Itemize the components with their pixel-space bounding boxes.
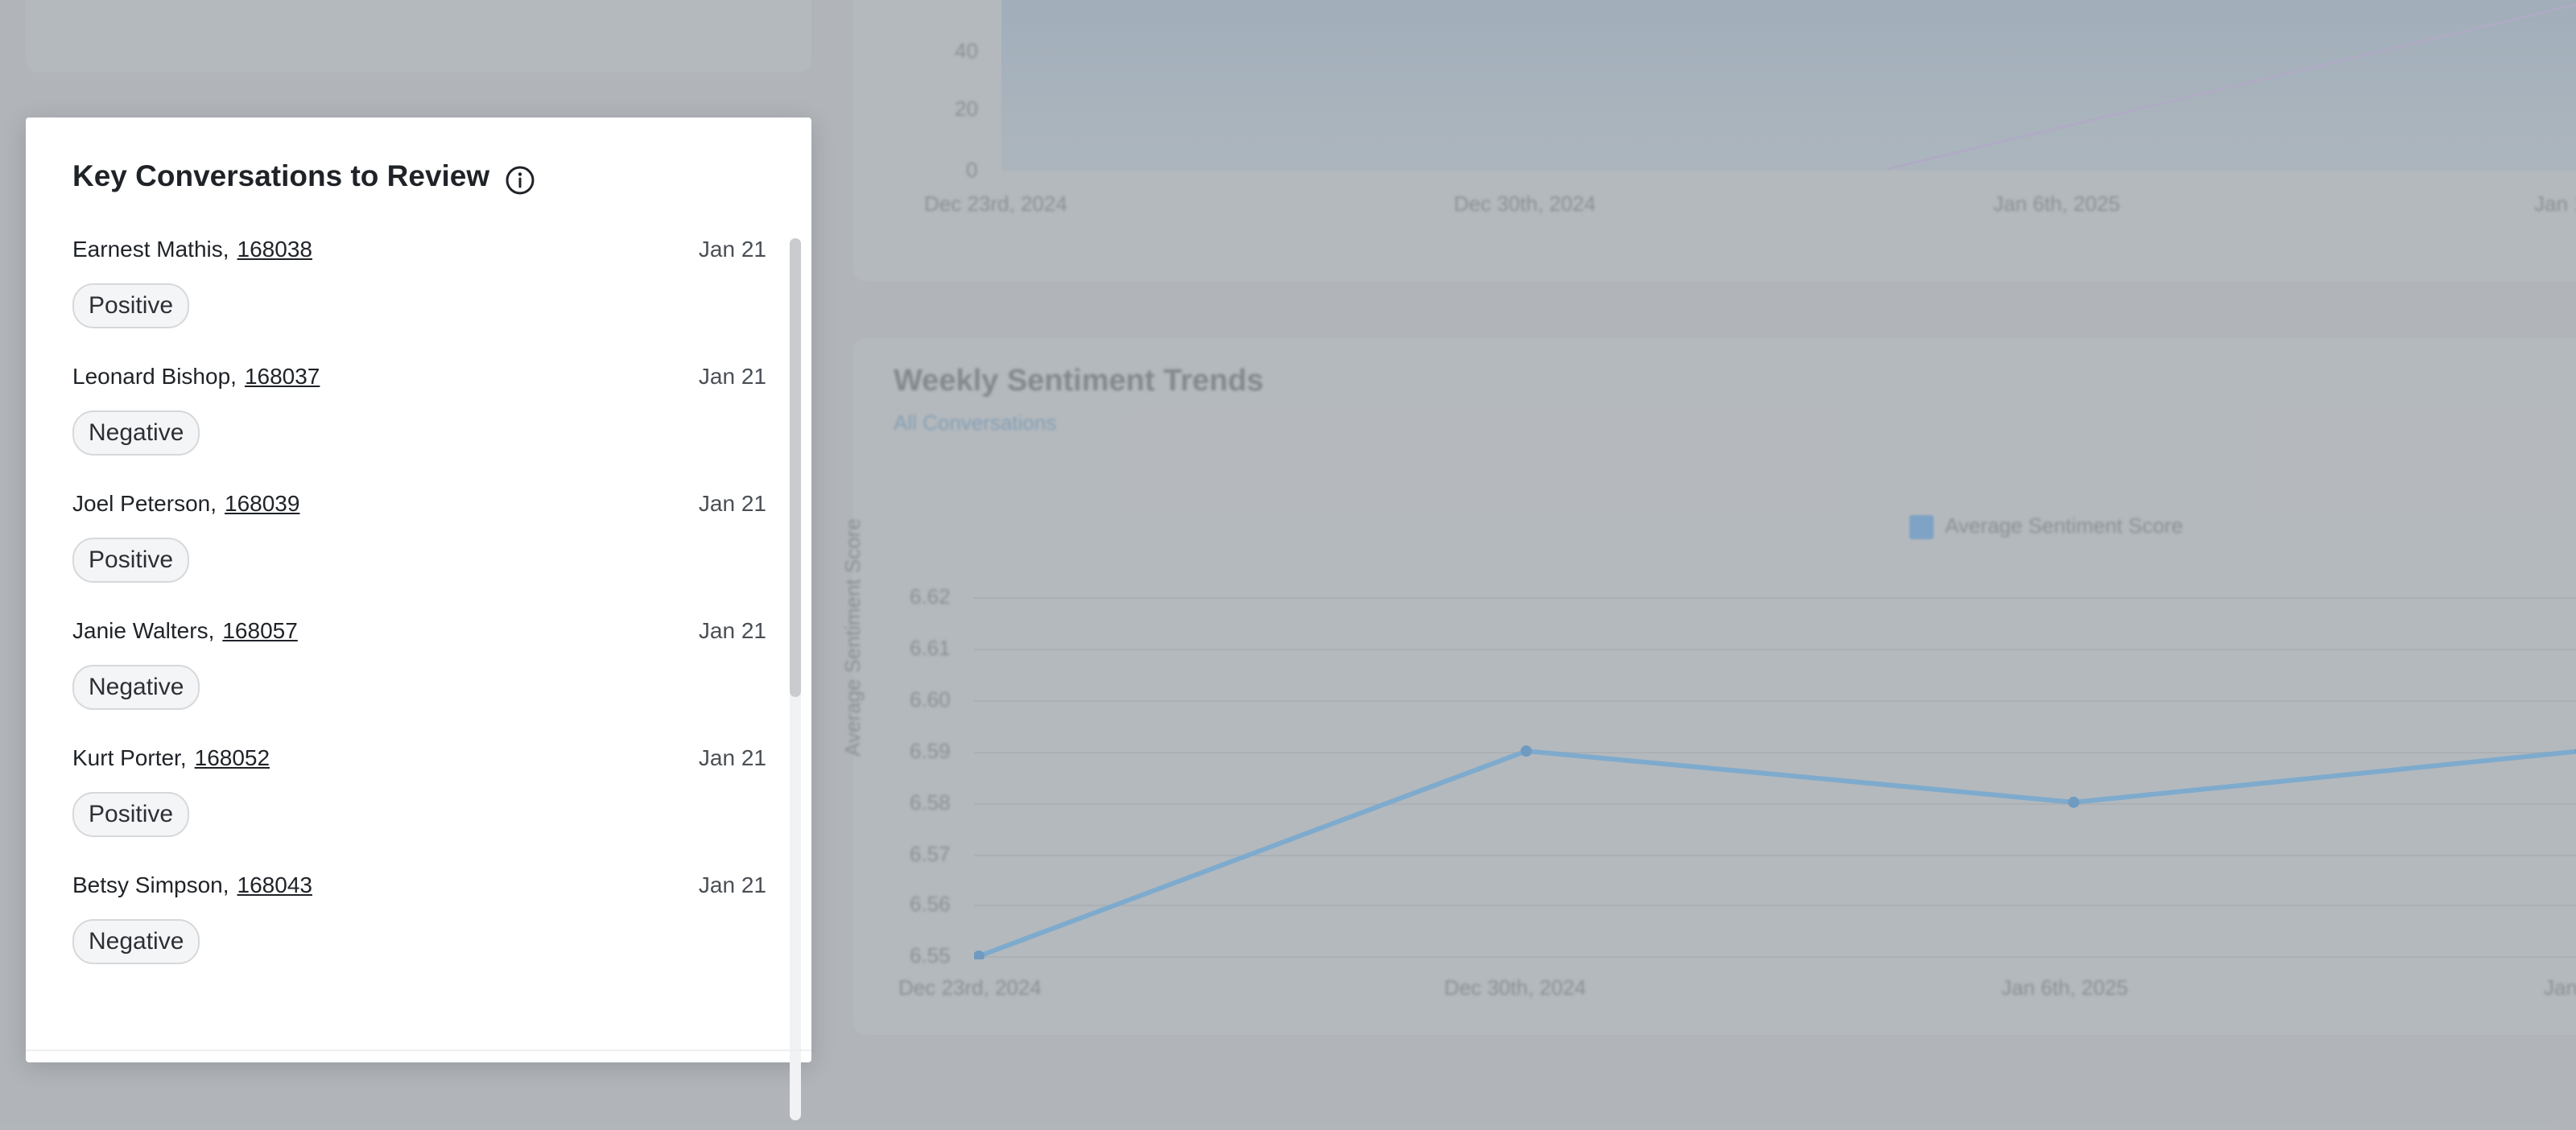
conversation-date: Jan 21 bbox=[698, 364, 766, 389]
conversation-row[interactable]: Joel Peterson, 168039 Jan 21 Positive bbox=[72, 491, 766, 618]
conversation-id-link[interactable]: 168038 bbox=[237, 237, 312, 262]
modal-footer-divider bbox=[26, 1050, 811, 1051]
sentiment-badge: Positive bbox=[72, 792, 190, 837]
sentiment-badge: Negative bbox=[72, 919, 200, 964]
sentiment-badge: Positive bbox=[72, 283, 190, 328]
customer-name-text: Kurt Porter, bbox=[72, 745, 187, 770]
key-conversations-modal: Key Conversations to Review Earnest Math… bbox=[26, 118, 811, 1120]
customer-name-text: Leonard Bishop, bbox=[72, 364, 237, 389]
conversation-id-link[interactable]: 168057 bbox=[222, 618, 297, 643]
customer-name: Earnest Mathis, 168038 bbox=[72, 237, 312, 262]
conversation-id-link[interactable]: 168052 bbox=[195, 745, 270, 770]
conversation-date: Jan 21 bbox=[698, 872, 766, 897]
conversation-date: Jan 21 bbox=[698, 745, 766, 770]
conversation-id-link[interactable]: 168037 bbox=[245, 364, 320, 389]
customer-name: Janie Walters, 168057 bbox=[72, 618, 298, 644]
customer-name: Leonard Bishop, 168037 bbox=[72, 364, 320, 390]
scrollbar-track[interactable] bbox=[790, 238, 801, 1120]
customer-name-text: Joel Peterson, bbox=[72, 491, 217, 516]
conversation-id-link[interactable]: 168043 bbox=[237, 872, 312, 897]
conversation-row[interactable]: Earnest Mathis, 168038 Jan 21 Positive bbox=[72, 237, 766, 364]
modal-title: Key Conversations to Review bbox=[72, 159, 490, 192]
scrollbar-thumb[interactable] bbox=[790, 238, 801, 697]
info-icon[interactable] bbox=[504, 164, 536, 196]
conversation-row[interactable]: Leonard Bishop, 168037 Jan 21 Negative bbox=[72, 364, 766, 491]
customer-name: Betsy Simpson, 168043 bbox=[72, 872, 312, 898]
customer-name-text: Janie Walters, bbox=[72, 618, 215, 643]
conversation-list[interactable]: Earnest Mathis, 168038 Jan 21 Positive Leona… bbox=[72, 237, 766, 1122]
conversation-row[interactable]: Betsy Simpson, 168043 Jan 21 Negative bbox=[72, 872, 766, 1000]
sentiment-badge: Negative bbox=[72, 410, 200, 456]
conversation-date: Jan 21 bbox=[698, 491, 766, 516]
conversation-date: Jan 21 bbox=[698, 237, 766, 262]
customer-name-text: Betsy Simpson, bbox=[72, 872, 229, 897]
sentiment-badge: Negative bbox=[72, 665, 200, 710]
customer-name: Joel Peterson, 168039 bbox=[72, 491, 299, 517]
customer-name: Kurt Porter, 168052 bbox=[72, 745, 270, 771]
conversation-row[interactable]: Janie Walters, 168057 Jan 21 Negative bbox=[72, 618, 766, 745]
conversation-id-link[interactable]: 168039 bbox=[225, 491, 299, 516]
conversation-date: Jan 21 bbox=[698, 618, 766, 643]
customer-name-text: Earnest Mathis, bbox=[72, 237, 229, 262]
sentiment-badge: Positive bbox=[72, 538, 190, 583]
conversation-row[interactable]: Kurt Porter, 168052 Jan 21 Positive bbox=[72, 745, 766, 872]
